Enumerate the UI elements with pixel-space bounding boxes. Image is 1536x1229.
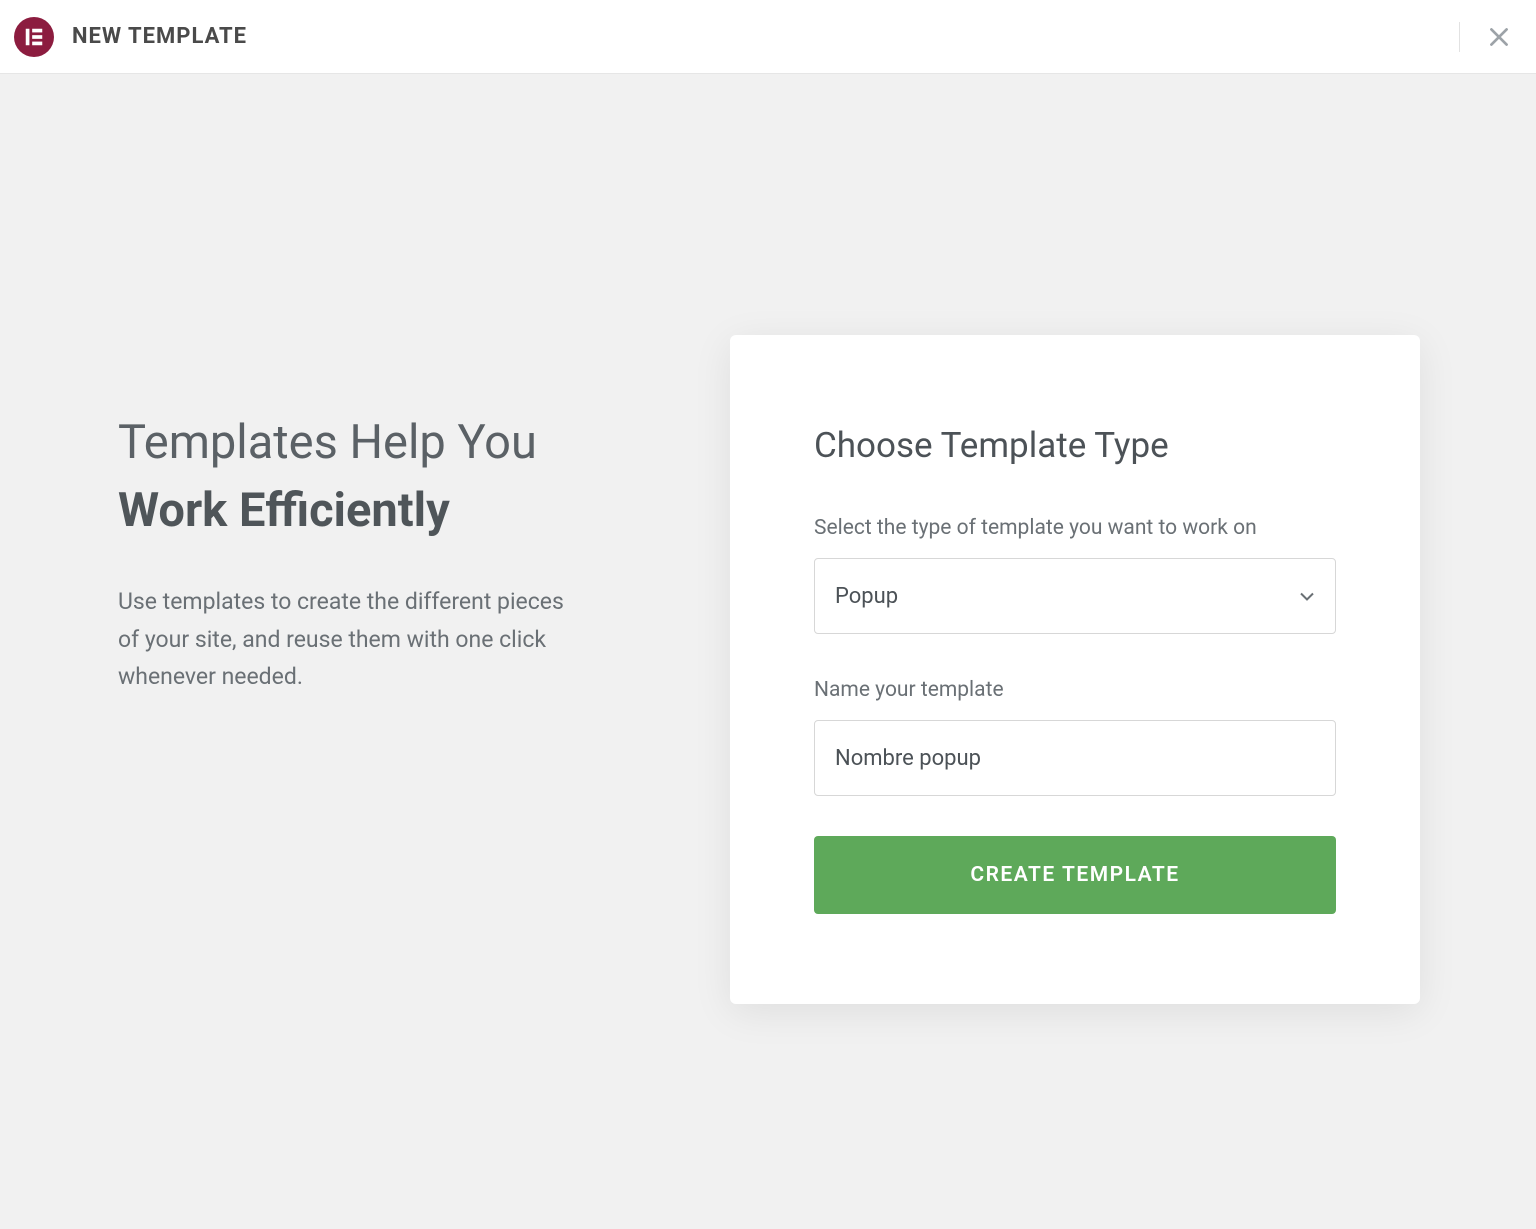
template-type-select[interactable]: Popup [814, 558, 1336, 634]
modal-body: Templates Help You Work Efficiently Use … [0, 74, 1536, 1229]
template-name-label: Name your template [814, 678, 1336, 702]
form-title: Choose Template Type [814, 425, 1336, 466]
close-button[interactable] [1482, 20, 1516, 54]
elementor-logo-icon [14, 17, 54, 57]
template-name-input[interactable] [814, 720, 1336, 796]
template-type-select-wrap: Popup [814, 558, 1336, 634]
header-divider [1459, 22, 1460, 52]
info-heading-line2: Work Efficiently [118, 483, 450, 538]
header-right [1459, 0, 1516, 73]
modal-title: NEW TEMPLATE [72, 24, 247, 49]
header-left: NEW TEMPLATE [14, 17, 247, 57]
close-icon [1486, 24, 1512, 50]
form-card: Choose Template Type Select the type of … [730, 335, 1420, 1004]
info-description: Use templates to create the different pi… [118, 583, 588, 695]
info-heading-line1: Templates Help You [118, 415, 537, 470]
info-panel: Templates Help You Work Efficiently Use … [0, 409, 768, 695]
template-type-label: Select the type of template you want to … [814, 516, 1336, 540]
info-heading: Templates Help You Work Efficiently [118, 409, 708, 545]
modal-header: NEW TEMPLATE [0, 0, 1536, 74]
create-template-button[interactable]: CREATE TEMPLATE [814, 836, 1336, 914]
